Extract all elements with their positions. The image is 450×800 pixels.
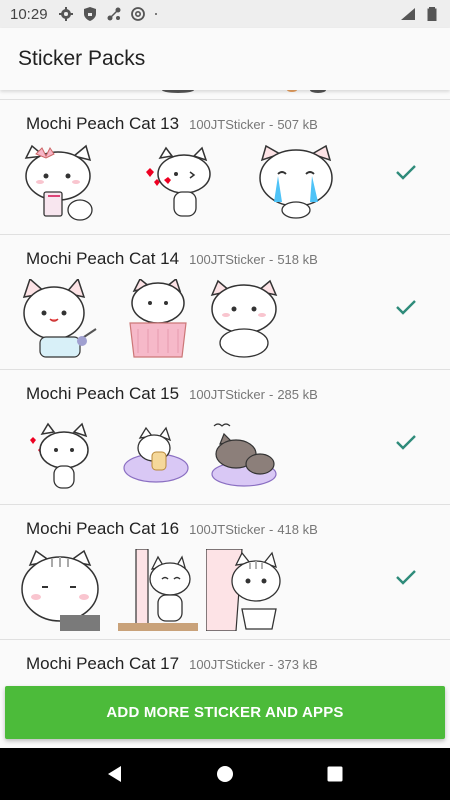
sticker-cat-hearts: [146, 146, 211, 217]
pack-size: 507 kB: [277, 117, 318, 132]
nav-home-button[interactable]: [205, 754, 245, 794]
sticker-cat-peeking: [206, 549, 281, 631]
battery-icon: [427, 7, 437, 21]
list-item[interactable]: Mochi Peach Cat 15 100JTSticker -285 kB: [0, 370, 450, 505]
pack-meta: 100JTSticker -418 kB: [189, 522, 318, 537]
recents-icon: [327, 766, 343, 782]
sticker-cat-sweater: [129, 279, 187, 358]
sticker-cat-pillow: [123, 426, 189, 483]
pack-size: 285 kB: [277, 387, 318, 402]
sticker-previews: [20, 549, 286, 631]
sticker-previews: [20, 144, 336, 226]
sticker-cat-door: [118, 549, 198, 631]
sticker-pack-list[interactable]: Mochi Peach Cat 13 100JTSticker-507 kB: [0, 90, 450, 680]
sticker-cat-sitting: [210, 279, 278, 358]
pack-publisher: 100JTSticker: [189, 657, 265, 672]
sticker-previews: [20, 279, 286, 361]
dot-icon: [154, 13, 157, 15]
network-icon: [107, 7, 121, 21]
nav-back-button[interactable]: [95, 754, 135, 794]
screen: 10:29 Sticker Packs Mochi Peach Cat 13 1…: [0, 0, 450, 800]
sticker-previews: [20, 414, 286, 496]
pack-size: 373 kB: [277, 657, 318, 672]
pack-meta: 100JTSticker -285 kB: [189, 387, 318, 402]
add-more-stickers-button[interactable]: ADD MORE STICKER AND APPS: [5, 686, 445, 739]
pack-publisher: 100JTSticker: [189, 117, 265, 132]
sticker-cat-hearts-small: [30, 422, 89, 489]
page-title: Sticker Packs: [18, 47, 146, 70]
wifi-icon: [401, 8, 415, 20]
previous-pack-peek: [0, 90, 450, 100]
list-item[interactable]: Mochi Peach Cat 16 100JTSticker -418 kB: [0, 505, 450, 640]
previous-pack-sticker-edges: [162, 90, 326, 93]
sticker-gray-cat-sleeping: [211, 423, 277, 487]
added-check-icon: [396, 165, 416, 180]
list-item[interactable]: Mochi Peach Cat 17 100JTSticker -373 kB: [0, 640, 450, 680]
list-item[interactable]: Mochi Peach Cat 14 100JTSticker -518 kB: [0, 235, 450, 370]
navigation-bar: [0, 748, 450, 800]
pack-name: Mochi Peach Cat 17: [26, 654, 180, 673]
pack-meta: 100JTSticker -373 kB: [189, 657, 318, 672]
shield-icon: [83, 7, 96, 21]
pack-publisher: 100JTSticker: [189, 252, 265, 267]
pack-meta: 100JTSticker -507 kB: [189, 117, 318, 132]
status-time: 10:29: [10, 5, 48, 23]
pack-publisher: 100JTSticker: [189, 522, 265, 537]
nav-recents-button[interactable]: [315, 754, 355, 794]
pack-name: Mochi Peach Cat 15: [26, 384, 180, 403]
app-bar: Sticker Packs: [0, 28, 450, 90]
home-icon: [217, 766, 233, 782]
added-check-icon: [396, 435, 416, 450]
pack-size: 518 kB: [277, 252, 318, 267]
pack-name: Mochi Peach Cat 13: [26, 114, 180, 133]
added-check-icon: [396, 570, 416, 585]
added-check-icon: [396, 300, 416, 315]
sticker-cat-head-big: [21, 549, 100, 631]
sticker-cat-crying: [259, 144, 333, 219]
pack-name: Mochi Peach Cat 14: [26, 249, 180, 268]
sticker-cat-with-bow: [24, 144, 93, 221]
pack-name: Mochi Peach Cat 16: [26, 519, 180, 538]
pack-size: 418 kB: [277, 522, 318, 537]
settings-icon: [58, 7, 73, 21]
pack-meta: 100JTSticker -518 kB: [189, 252, 318, 267]
at-icon: [130, 7, 145, 21]
pack-publisher: 100JTSticker: [189, 387, 265, 402]
sticker-cat-with-pen: [22, 279, 97, 358]
status-bar: 10:29: [0, 0, 450, 28]
list-item[interactable]: Mochi Peach Cat 13 100JTSticker -507 kB: [0, 100, 450, 235]
back-icon: [108, 766, 121, 782]
